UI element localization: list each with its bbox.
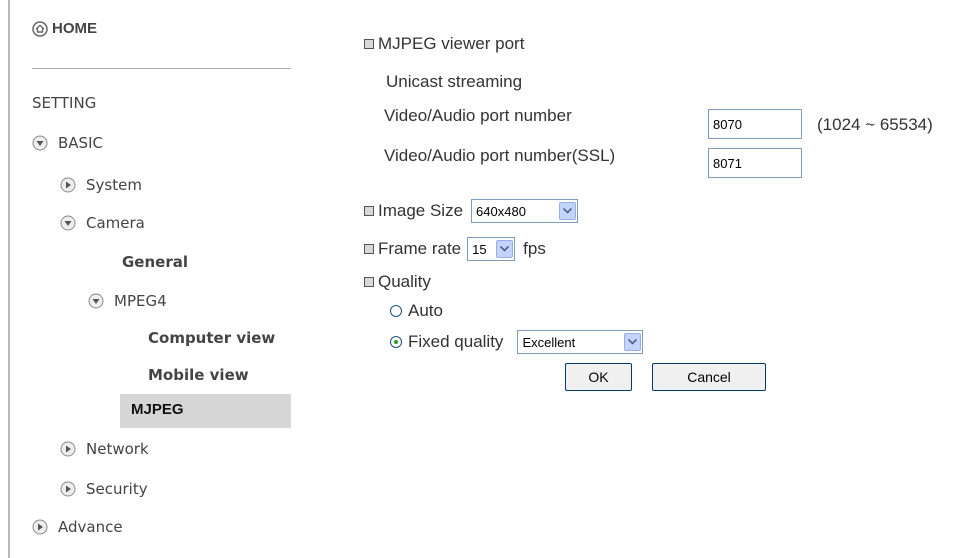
ok-button[interactable]: OK xyxy=(565,363,632,391)
field-label: Video/Audio port number(SSL) xyxy=(384,146,616,165)
sidebar-item-advance[interactable]: Advance xyxy=(32,518,123,536)
sidebar-item-label: Camera xyxy=(86,214,145,232)
radio-label: Auto xyxy=(408,301,443,320)
bullet-square-icon xyxy=(364,277,374,287)
frame-rate-row: Frame rate 15 fps xyxy=(364,237,546,261)
bullet-square-icon xyxy=(364,244,374,254)
sidebar-item-label: HOME xyxy=(52,20,97,37)
chevron-right-icon xyxy=(32,519,48,535)
sidebar: HOME SETTING BASIC System Camera General… xyxy=(10,0,291,558)
chevron-down-icon[interactable] xyxy=(624,333,642,351)
sidebar-item-basic[interactable]: BASIC xyxy=(32,134,103,152)
fixed-quality-select[interactable]: Excellent xyxy=(517,330,644,354)
sidebar-item-general[interactable]: General xyxy=(122,253,188,271)
sidebar-item-label: Security xyxy=(86,480,148,498)
image-size-row: Image Size 640x480 xyxy=(364,199,579,223)
page: HOME SETTING BASIC System Camera General… xyxy=(0,0,968,558)
sidebar-divider xyxy=(32,68,291,69)
quality-fixed-option[interactable]: Fixed quality Excellent xyxy=(390,330,644,354)
port-number-label: Video/Audio port number xyxy=(384,106,572,126)
ssl-port-number-input[interactable] xyxy=(708,148,802,178)
bullet-square-icon xyxy=(364,39,374,49)
sidebar-item-system[interactable]: System xyxy=(60,176,142,194)
radio-label: Fixed quality xyxy=(408,332,504,351)
chevron-down-icon xyxy=(88,293,104,309)
select-value: 15 xyxy=(472,241,487,257)
sidebar-item-label: MPEG4 xyxy=(114,292,167,310)
chevron-down-icon xyxy=(32,135,48,151)
cancel-button[interactable]: Cancel xyxy=(652,363,766,391)
chevron-down-icon[interactable] xyxy=(496,240,514,258)
sidebar-item-security[interactable]: Security xyxy=(60,480,148,498)
select-value: 640x480 xyxy=(476,203,526,219)
chevron-down-icon[interactable] xyxy=(559,202,577,220)
port-range-hint: (1024 ~ 65534) xyxy=(817,115,933,135)
sidebar-item-home[interactable]: HOME xyxy=(32,20,97,37)
sidebar-item-label: System xyxy=(86,176,142,194)
chevron-right-icon xyxy=(60,441,76,457)
home-icon xyxy=(32,20,48,37)
chevron-right-icon xyxy=(60,481,76,497)
image-size-select[interactable]: 640x480 xyxy=(471,199,579,223)
sidebar-clip: HOME SETTING BASIC System Camera General… xyxy=(10,0,291,558)
sidebar-item-camera[interactable]: Camera xyxy=(60,214,145,232)
sidebar-item-mobile-view[interactable]: Mobile view xyxy=(148,366,249,384)
sidebar-item-network[interactable]: Network xyxy=(60,440,149,458)
unicast-streaming-label: Unicast streaming xyxy=(386,72,522,92)
quality-auto-option[interactable]: Auto xyxy=(390,301,443,321)
subsection-title: Unicast streaming xyxy=(386,72,523,91)
port-number-input[interactable] xyxy=(708,109,802,139)
select-value: Excellent xyxy=(522,334,576,350)
chevron-right-icon xyxy=(60,177,76,193)
mjpeg-viewer-port-heading: MJPEG viewer port xyxy=(364,34,524,54)
field-label: Image Size xyxy=(378,201,464,220)
main-content: MJPEG viewer port Unicast streaming Vide… xyxy=(300,0,968,558)
range-text: (1024 ~ 65534) xyxy=(817,115,933,134)
sidebar-item-label: Advance xyxy=(58,518,123,536)
sidebar-item-label: BASIC xyxy=(58,134,103,152)
fps-unit-label: fps xyxy=(523,239,546,258)
sidebar-item-mjpeg[interactable]: MJPEG xyxy=(131,401,184,418)
ssl-port-number-label: Video/Audio port number(SSL) xyxy=(384,146,615,166)
sidebar-section-setting: SETTING xyxy=(32,94,97,112)
sidebar-item-computer-view[interactable]: Computer view xyxy=(148,329,275,347)
field-label: Video/Audio port number xyxy=(384,106,572,125)
fixed-quality-radio[interactable] xyxy=(390,336,402,348)
sidebar-item-label: Network xyxy=(86,440,149,458)
quality-heading: Quality xyxy=(364,272,431,292)
field-label: Frame rate xyxy=(378,239,462,258)
bullet-square-icon xyxy=(364,206,374,216)
sidebar-item-mpeg4[interactable]: MPEG4 xyxy=(88,292,167,310)
frame-rate-select[interactable]: 15 xyxy=(467,237,516,261)
auto-radio[interactable] xyxy=(390,305,402,317)
field-label: Quality xyxy=(378,272,431,291)
section-title: MJPEG viewer port xyxy=(378,34,525,53)
chevron-down-icon xyxy=(60,215,76,231)
